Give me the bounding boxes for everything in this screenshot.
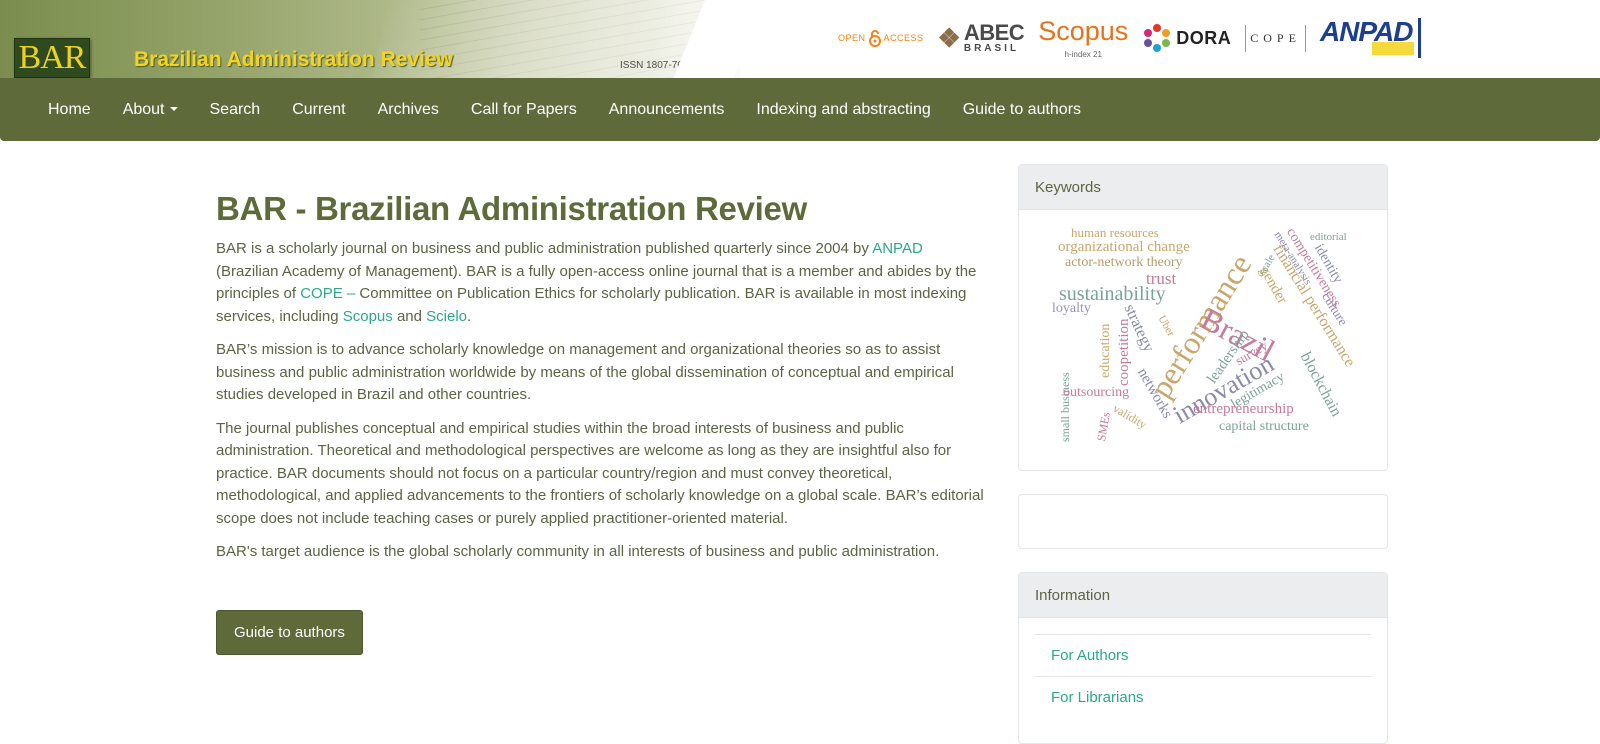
scope-paragraph: The journal publishes conceptual and emp… bbox=[216, 419, 984, 527]
keyword-loyalty[interactable]: loyalty bbox=[1052, 302, 1091, 316]
information-title: Information bbox=[1019, 573, 1387, 618]
dora-flower-icon bbox=[1144, 24, 1171, 52]
list-item: For Librarians bbox=[1035, 676, 1371, 718]
abec-name: ABEC bbox=[963, 20, 1025, 45]
chevron-down-icon bbox=[169, 107, 178, 112]
cope-link[interactable]: COPE bbox=[300, 285, 343, 302]
keyword-coopetition[interactable]: coopetition bbox=[1116, 319, 1132, 387]
keyword-editorial[interactable]: editorial bbox=[1310, 232, 1347, 243]
empty-panel bbox=[1018, 494, 1388, 549]
list-item: For Authors bbox=[1035, 634, 1371, 676]
keywords-panel: Keywords human resources organizational … bbox=[1018, 164, 1388, 471]
dora-name: DORA bbox=[1176, 27, 1232, 48]
partner-logos: OPEN ACCESS ❖ ABEC BRASIL Scopus h-index… bbox=[838, 10, 1434, 66]
mission-paragraph: BAR’s mission is to advance scholarly kn… bbox=[216, 341, 954, 403]
intro-paragraph: BAR is a scholarly journal on business a… bbox=[216, 238, 986, 328]
dora-logo[interactable]: DORA bbox=[1142, 23, 1231, 53]
abec-sub: BRASIL bbox=[963, 43, 1020, 54]
abec-logo[interactable]: ❖ ABEC BRASIL bbox=[938, 22, 1025, 54]
cope-logo[interactable]: COPE bbox=[1245, 24, 1306, 52]
nav-home[interactable]: Home bbox=[32, 101, 107, 119]
site-header: BAR Brazilian Administration Review ISSN… bbox=[0, 0, 1600, 78]
for-authors-link[interactable]: For Authors bbox=[1051, 647, 1129, 664]
intro-text-4: and bbox=[392, 307, 427, 325]
guide-to-authors-button[interactable]: Guide to authors bbox=[216, 609, 363, 655]
abec-leaf-icon: ❖ bbox=[937, 22, 961, 53]
anpad-link[interactable]: ANPAD bbox=[872, 240, 923, 257]
intro-dash: – bbox=[342, 285, 360, 302]
keyword-capital-structure[interactable]: capital structure bbox=[1219, 420, 1309, 434]
keyword-smes[interactable]: SMEs bbox=[1094, 411, 1113, 442]
keyword-blockchain[interactable]: blockchain bbox=[1297, 350, 1345, 420]
nav-archives[interactable]: Archives bbox=[362, 101, 455, 119]
information-links: For Authors For Librarians bbox=[1035, 634, 1371, 718]
nav-current[interactable]: Current bbox=[276, 101, 361, 119]
nav-search[interactable]: Search bbox=[194, 101, 277, 119]
nav-call-for-papers[interactable]: Call for Papers bbox=[455, 101, 593, 119]
keyword-organizational-change[interactable]: organizational change bbox=[1058, 240, 1190, 255]
banner-title: Brazilian Administration Review bbox=[134, 48, 453, 71]
open-access-left: OPEN bbox=[838, 33, 866, 43]
for-librarians-link[interactable]: For Librarians bbox=[1051, 689, 1144, 706]
audience-paragraph: BAR's target audience is the global scho… bbox=[216, 543, 940, 560]
keyword-cloud: human resources organizational change ac… bbox=[1019, 210, 1387, 470]
bar-logo-text: BAR bbox=[18, 39, 87, 76]
nav-about-label: About bbox=[122, 100, 165, 118]
keyword-validity[interactable]: validity bbox=[1111, 401, 1150, 431]
open-access-logo[interactable]: OPEN ACCESS bbox=[838, 29, 924, 47]
intro-text-1: BAR is a scholarly journal on business a… bbox=[216, 240, 873, 257]
main-navigation: Home About Search Current Archives Call … bbox=[0, 78, 1600, 141]
anpad-name: ANPAD bbox=[1319, 16, 1413, 47]
scopus-logo[interactable]: Scopus h-index 21 bbox=[1038, 15, 1129, 59]
keyword-small-business[interactable]: small business bbox=[1058, 372, 1072, 442]
scopus-name: Scopus bbox=[1038, 15, 1129, 46]
nav-about[interactable]: About bbox=[107, 101, 194, 119]
main-content: BAR - Brazilian Administration Review BA… bbox=[216, 190, 986, 655]
keyword-actor-network-theory[interactable]: actor-network theory bbox=[1065, 256, 1183, 270]
scielo-link[interactable]: Scielo bbox=[426, 308, 467, 325]
scopus-hindex: h-index 21 bbox=[1064, 49, 1102, 59]
scopus-link[interactable]: Scopus bbox=[343, 308, 393, 325]
intro-text-5: . bbox=[467, 307, 472, 325]
keyword-entrepreneurship[interactable]: entrepreneurship bbox=[1193, 402, 1294, 417]
keyword-education[interactable]: education bbox=[1098, 324, 1113, 378]
information-panel: Information For Authors For Librarians bbox=[1018, 572, 1388, 744]
keyword-human-resources[interactable]: human resources bbox=[1071, 226, 1159, 239]
journal-banner[interactable]: BAR Brazilian Administration Review ISSN… bbox=[0, 0, 740, 78]
anpad-logo[interactable]: ANPAD bbox=[1319, 16, 1421, 60]
bar-logo[interactable]: BAR bbox=[14, 38, 90, 78]
open-lock-icon bbox=[868, 29, 882, 47]
nav-indexing[interactable]: Indexing and abstracting bbox=[740, 101, 946, 119]
keyword-outsourcing[interactable]: outsourcing bbox=[1063, 386, 1129, 400]
anpad-bar bbox=[1417, 18, 1421, 58]
open-access-right: ACCESS bbox=[883, 33, 924, 43]
page-title: BAR - Brazilian Administration Review bbox=[216, 190, 807, 227]
nav-announcements[interactable]: Announcements bbox=[593, 101, 741, 119]
nav-guide-to-authors[interactable]: Guide to authors bbox=[947, 101, 1097, 119]
keywords-title: Keywords bbox=[1019, 165, 1387, 210]
